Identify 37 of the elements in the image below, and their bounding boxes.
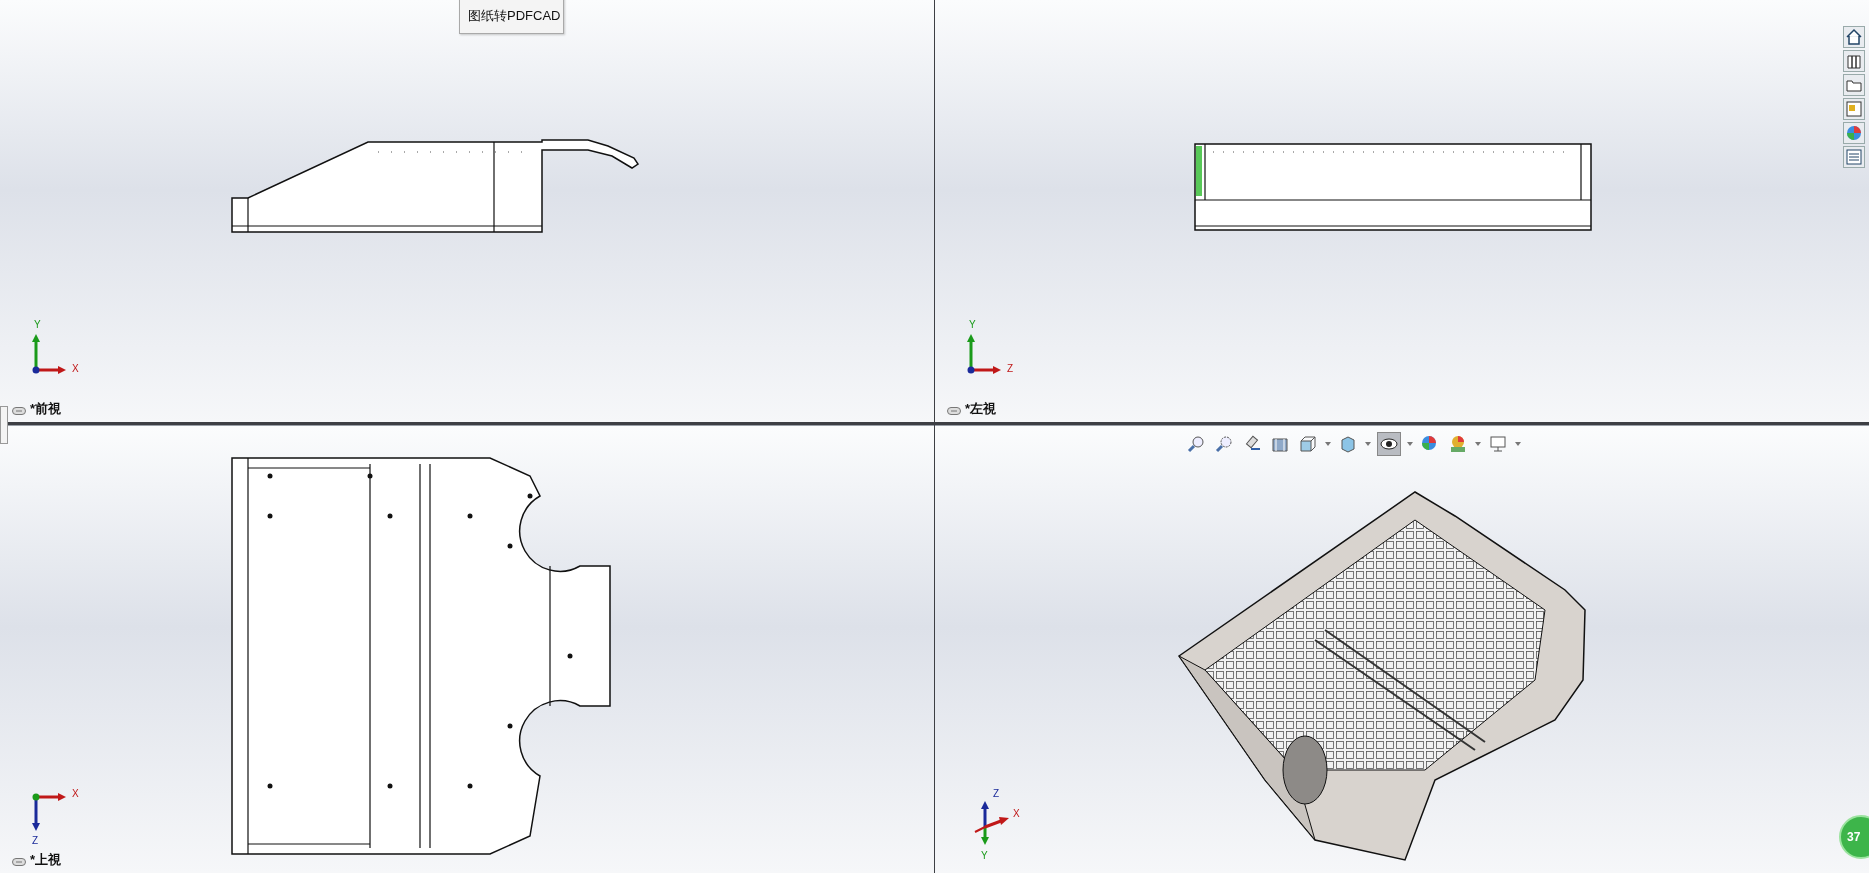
- graphics-viewport[interactable]: Z Y X 37: [935, 425, 1869, 873]
- eye-icon[interactable]: [1377, 432, 1401, 456]
- viewport-label: *上視: [30, 851, 62, 869]
- axis-label: Y: [969, 319, 976, 330]
- zoom-area-icon[interactable]: [1213, 433, 1235, 455]
- link-icon: [947, 407, 961, 415]
- link-icon: [12, 858, 26, 866]
- axis-label: X: [1013, 808, 1020, 819]
- axis-label: Y: [34, 319, 41, 330]
- axis-label: X: [72, 363, 79, 374]
- panel-handle[interactable]: [0, 406, 8, 444]
- palette-panel-tab[interactable]: [1843, 98, 1865, 120]
- caret-icon[interactable]: [1475, 442, 1481, 446]
- monitor-icon[interactable]: [1487, 433, 1509, 455]
- axis-label: Z: [993, 788, 1000, 799]
- view-orientation-icon[interactable]: [1297, 433, 1319, 455]
- axis-label: Z: [32, 835, 39, 846]
- list-tab[interactable]: [1843, 146, 1865, 168]
- folder-tab[interactable]: [1843, 74, 1865, 96]
- link-icon: [12, 407, 26, 415]
- zoom-to-fit-icon[interactable]: [1185, 433, 1207, 455]
- color-ball-tab[interactable]: [1843, 122, 1865, 144]
- viewport-label: *左視: [965, 400, 997, 418]
- home-tab[interactable]: [1843, 26, 1865, 48]
- caret-icon[interactable]: [1325, 442, 1331, 446]
- caret-icon[interactable]: [1407, 442, 1413, 446]
- graphics-viewport[interactable]: Y Z *左視: [935, 0, 1869, 422]
- graphics-viewport[interactable]: X Z *上視: [0, 425, 934, 873]
- caret-icon[interactable]: [1515, 442, 1521, 446]
- axis-label: Z: [1007, 363, 1014, 374]
- axis-label: X: [72, 788, 79, 799]
- viewport-label: *前視: [30, 400, 62, 418]
- books-tab[interactable]: [1843, 50, 1865, 72]
- caret-icon[interactable]: [1365, 442, 1371, 446]
- count-badge: 37: [1839, 815, 1869, 859]
- menu-item[interactable]: 图纸转PDFCAD: [460, 7, 561, 33]
- axis-label: Y: [981, 850, 988, 861]
